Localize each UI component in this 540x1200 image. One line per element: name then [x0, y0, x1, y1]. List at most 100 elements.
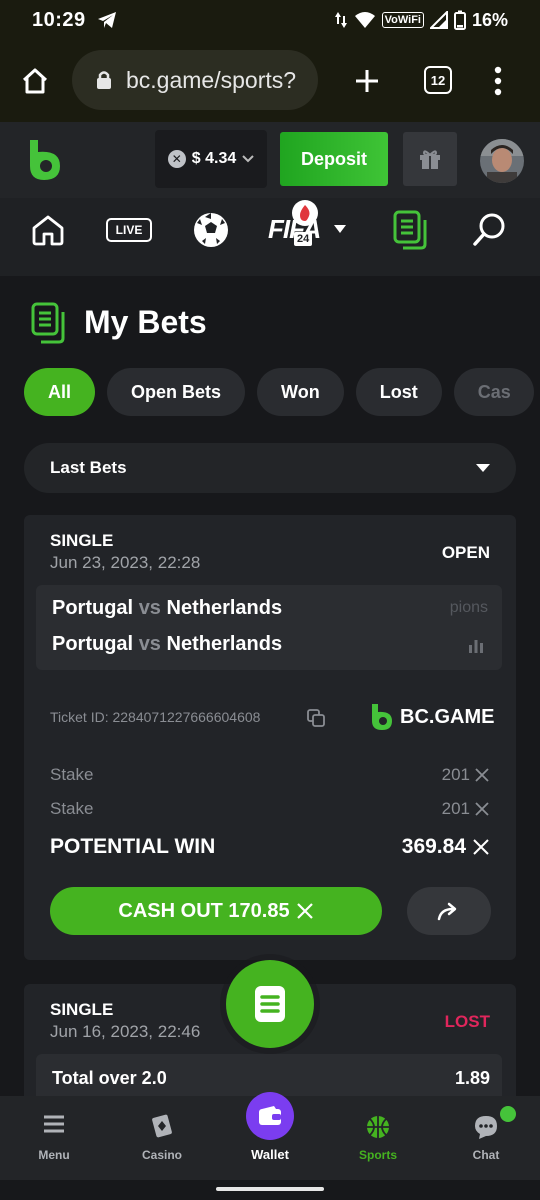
copy-icon[interactable] [307, 709, 325, 727]
nav-casino[interactable]: Casino [108, 1096, 216, 1180]
betslip-icon [255, 986, 285, 1022]
tab-switcher-button[interactable]: 12 [424, 66, 452, 94]
stake-value: 201 [442, 765, 490, 785]
gift-button[interactable] [403, 132, 457, 186]
coin-icon: ✕ [167, 150, 186, 168]
nav-menu[interactable]: Menu [0, 1096, 108, 1180]
away-team: Netherlands [166, 597, 283, 619]
stake-amount: 201 [441, 765, 470, 784]
bet-type: SINGLE [50, 1000, 114, 1019]
bet-date: Jun 16, 2023, 22:46 [50, 1022, 201, 1041]
bet-events[interactable]: Portugal vs Netherlands Portugal vs Neth… [36, 585, 502, 670]
filter-cashout[interactable]: Cas [453, 368, 534, 416]
bc-logo-icon [372, 704, 392, 730]
selection-name: Total over 2.0 [52, 1068, 167, 1088]
filter-chips: All Open Bets Won Lost Cas [24, 368, 534, 416]
wallet-icon [259, 1106, 281, 1125]
deposit-button[interactable]: Deposit [280, 132, 388, 186]
balance-amount: $ 4.34 [191, 150, 237, 167]
vs-label: vs [138, 633, 161, 655]
caret-down-icon [476, 464, 490, 472]
wifi-icon [354, 12, 375, 28]
bet-status: LOST [444, 1012, 490, 1031]
telegram-icon [97, 12, 116, 28]
betslip-fab[interactable] [226, 960, 314, 1048]
data-arrows-icon [334, 12, 347, 28]
filter-lost[interactable]: Lost [355, 368, 442, 416]
nav-label: Chat [472, 1148, 500, 1162]
search-icon[interactable] [472, 212, 508, 248]
home-icon[interactable] [20, 66, 50, 96]
nav-label: Menu [38, 1148, 70, 1162]
url-text: bc.game/sports? [126, 66, 297, 93]
potential-win-label: POTENTIAL WIN [50, 835, 216, 858]
bet-card[interactable]: SINGLE Jun 23, 2023, 22:28 OPEN Portugal… [24, 515, 516, 960]
chat-notification-dot [500, 1106, 516, 1122]
casino-card-icon [152, 1114, 172, 1138]
bet-events[interactable]: Total over 2.0 1.89 [36, 1054, 502, 1096]
brand-text: BC.GAME [400, 705, 495, 728]
match-row: Portugal vs Netherlands [52, 597, 282, 620]
basketball-icon [367, 1116, 389, 1138]
nav-chat[interactable]: Chat [432, 1096, 540, 1180]
nav-label: Wallet [251, 1147, 289, 1162]
clock: 10:29 [32, 8, 86, 31]
menu-icon [44, 1115, 64, 1133]
vowifi-badge: VoWiFi [381, 12, 424, 28]
away-team: Netherlands [166, 633, 283, 655]
selection-odds: 1.89 [454, 1068, 490, 1088]
currency-x-icon [296, 903, 313, 919]
filter-open-bets[interactable]: Open Bets [107, 368, 246, 416]
site-header: ✕ $ 4.34 Deposit [0, 122, 540, 198]
bc-game-brand: BC.GAME [370, 703, 494, 731]
chevron-down-icon[interactable] [333, 224, 347, 234]
home-indicator[interactable] [216, 1187, 324, 1191]
home-team: Portugal [52, 633, 134, 655]
cash-out-label: CASH OUT 170.85 [118, 899, 290, 922]
more-menu-icon[interactable] [494, 66, 502, 96]
currency-x-icon [473, 839, 489, 855]
sport-nav: LIVE FIFA 24 [0, 198, 540, 276]
cash-out-button[interactable]: CASH OUT 170.85 [50, 887, 382, 935]
chat-icon [475, 1116, 497, 1139]
bet-status: OPEN [441, 543, 490, 562]
status-bar: 10:29 VoWiFi 16% [0, 0, 540, 40]
soccer-icon[interactable] [192, 211, 230, 249]
stake-amount: 201 [441, 799, 470, 818]
home-team: Portugal [52, 597, 134, 619]
faded-league: pions [449, 599, 488, 616]
filter-won[interactable]: Won [257, 368, 344, 416]
my-bets-title-icon [31, 302, 65, 344]
filter-all[interactable]: All [24, 368, 96, 416]
avatar[interactable] [479, 138, 525, 184]
balance-selector[interactable]: ✕ $ 4.34 [155, 130, 267, 188]
bc-logo-icon[interactable] [26, 138, 64, 182]
stake-value: 201 [442, 799, 490, 819]
share-arrow-icon [437, 902, 457, 921]
bet-date: Jun 23, 2023, 22:28 [50, 553, 201, 572]
vs-label: vs [138, 597, 161, 619]
share-button[interactable] [407, 887, 491, 935]
address-bar[interactable]: bc.game/sports? [72, 50, 318, 110]
stats-icon[interactable] [468, 637, 484, 653]
match-row: Portugal vs Netherlands [52, 633, 282, 656]
bets-period-dropdown[interactable]: Last Bets [24, 443, 516, 493]
sports-home-icon[interactable] [30, 214, 66, 246]
page-title: My Bets [84, 304, 207, 340]
currency-x-icon [475, 802, 489, 816]
fifa-icon[interactable]: FIFA 24 [268, 200, 321, 246]
fifa-number: 24 [294, 232, 313, 246]
live-button[interactable]: LIVE [106, 218, 152, 242]
stake-label: Stake [50, 799, 94, 818]
gift-icon [420, 150, 440, 169]
status-icons: VoWiFi 16% [334, 10, 508, 31]
my-bets-icon[interactable] [392, 210, 430, 250]
gesture-bar [0, 1180, 540, 1200]
battery-percent: 16% [471, 9, 508, 30]
nav-sports[interactable]: Sports [324, 1096, 432, 1180]
nav-label: Casino [141, 1148, 182, 1162]
new-tab-icon[interactable] [354, 68, 380, 94]
wallet-bubble[interactable] [246, 1092, 294, 1140]
browser-toolbar: bc.game/sports? 12 [0, 40, 540, 122]
currency-x-icon [475, 768, 489, 782]
